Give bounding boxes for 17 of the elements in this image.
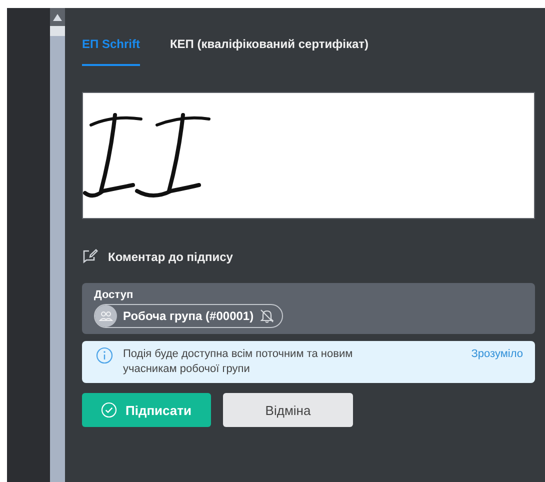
scroll-thumb[interactable]	[50, 26, 65, 36]
signature-pad[interactable]	[82, 92, 535, 219]
info-icon	[96, 347, 113, 364]
tab[interactable]: КЕП (кваліфікований сертифікат)	[170, 35, 369, 66]
group-avatar-icon	[95, 305, 117, 327]
scrollbar[interactable]	[50, 8, 65, 482]
comment-link[interactable]: Коментар до підпису	[82, 249, 233, 264]
info-text: Подія буде доступна всім поточним та новим учасникам робочої групи	[123, 347, 354, 377]
bell-off-icon[interactable]	[260, 309, 274, 323]
access-label: Доступ	[94, 289, 134, 301]
check-circle-icon	[101, 402, 118, 418]
comment-edit-icon	[82, 249, 98, 264]
cancel-button[interactable]: Відміна	[223, 393, 353, 427]
tab[interactable]: ЕП Schrift	[82, 35, 140, 66]
scroll-up-icon[interactable]	[53, 14, 62, 20]
group-chip[interactable]: Робоча група (#00001)	[94, 304, 283, 328]
dismiss-link[interactable]: Зрозуміло	[471, 347, 523, 362]
